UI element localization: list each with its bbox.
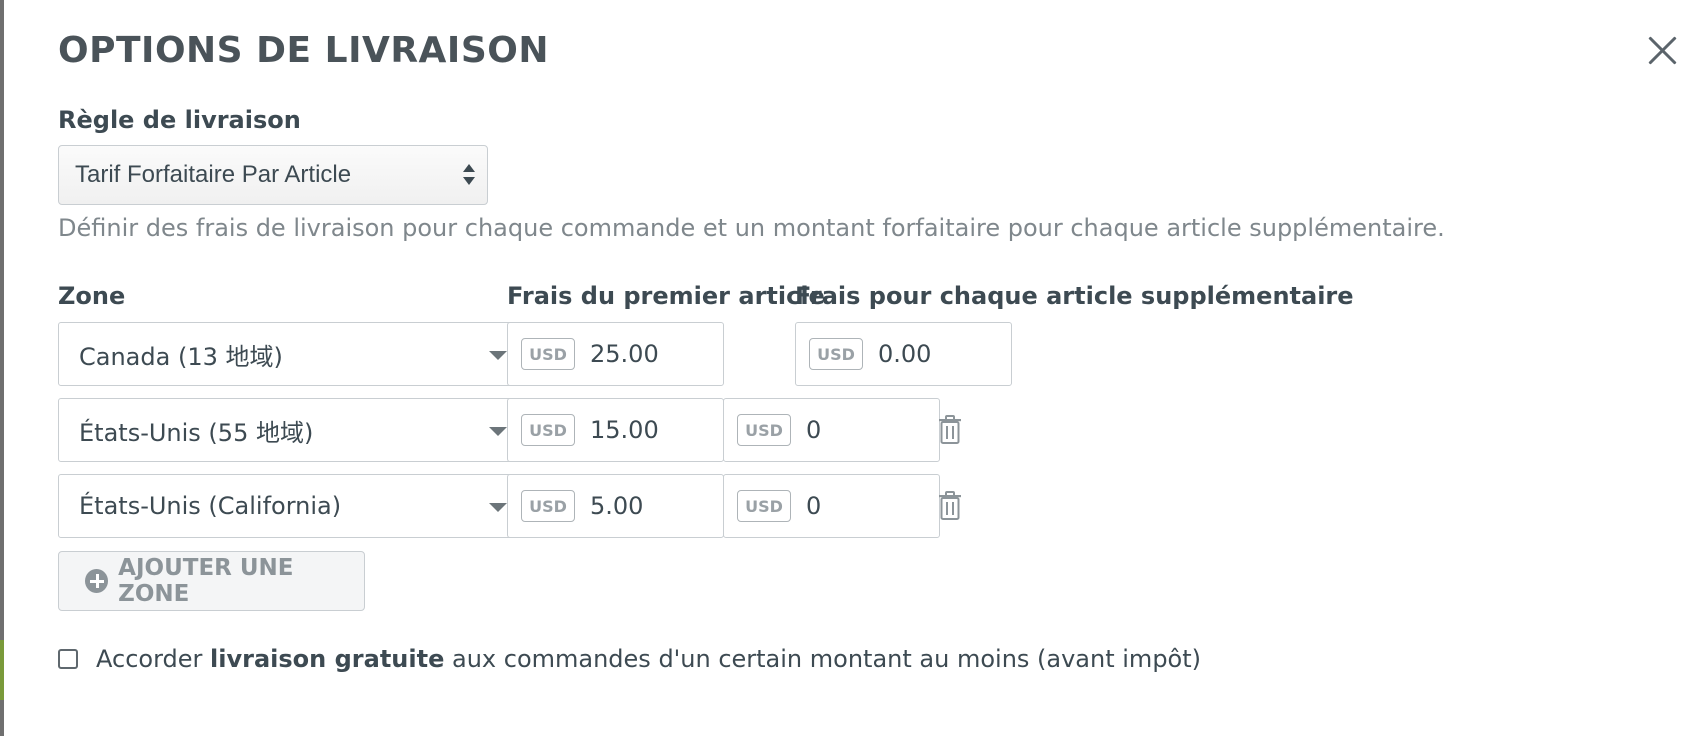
zone-select-canada[interactable]: Canada (13 地域) [58,322,528,386]
first-fee-value: 15.00 [590,416,659,444]
currency-badge: USD [521,490,575,522]
additional-fee-value: 0.00 [878,340,932,368]
trash-icon[interactable] [937,491,963,521]
first-fee-input-us[interactable]: USD 15.00 [507,398,724,462]
first-fee-input-canada[interactable]: USD 25.00 [507,322,724,386]
shipping-options-modal: OPTIONS DE LIVRAISON Règle de livraison … [4,0,1696,736]
currency-badge: USD [521,414,575,446]
zone-select-value: États-Unis (55 地域) [79,418,314,447]
first-item-fee-header: Frais du premier article [507,282,825,310]
modal-title: OPTIONS DE LIVRAISON [58,30,549,71]
additional-fee-input-california[interactable]: USD 0 [723,474,940,538]
chevron-down-icon [489,427,507,436]
additional-fee-input-canada[interactable]: USD 0.00 [795,322,1012,386]
select-arrows-icon [463,164,475,188]
currency-badge: USD [737,490,791,522]
zone-select-value: États-Unis (California) [79,492,342,520]
zone-select-us[interactable]: États-Unis (55 地域) [58,398,528,462]
currency-badge: USD [737,414,791,446]
trash-icon[interactable] [937,415,963,445]
chevron-down-icon [489,503,507,512]
chevron-down-icon [489,351,507,360]
free-shipping-text-after: aux commandes d'un certain montant au mo… [452,645,1202,673]
first-fee-input-california[interactable]: USD 5.00 [507,474,724,538]
additional-fee-value: 0 [806,492,822,520]
add-zone-button[interactable]: AJOUTER UNE ZONE [58,551,365,611]
additional-item-fee-header: Frais pour chaque article supplémentaire [795,282,1354,310]
shipping-rule-label: Règle de livraison [58,106,301,134]
shipping-rule-value: Tarif Forfaitaire Par Article [75,161,352,188]
plus-circle-icon [85,569,109,593]
zone-column-header: Zone [58,282,126,310]
shipping-rule-help-text: Définir des frais de livraison pour chaq… [58,214,1445,242]
zone-select-california[interactable]: États-Unis (California) [58,474,528,538]
additional-fee-value: 0 [806,416,822,444]
add-zone-label: AJOUTER UNE ZONE [118,555,294,607]
zone-select-value: Canada (13 地域) [79,342,283,371]
free-shipping-label: Accorder livraison gratuite aux commande… [96,645,1201,673]
additional-fee-input-us[interactable]: USD 0 [723,398,940,462]
first-fee-value: 25.00 [590,340,659,368]
shipping-rule-select[interactable]: Tarif Forfaitaire Par Article [58,145,488,205]
free-shipping-checkbox[interactable] [58,649,78,669]
close-icon[interactable] [1640,28,1684,72]
free-shipping-row: Accorder livraison gratuite aux commande… [58,645,1201,673]
currency-badge: USD [521,338,575,370]
free-shipping-text-before: Accorder [96,645,203,673]
currency-badge: USD [809,338,863,370]
free-shipping-text-bold: livraison gratuite [210,645,445,673]
first-fee-value: 5.00 [590,492,644,520]
